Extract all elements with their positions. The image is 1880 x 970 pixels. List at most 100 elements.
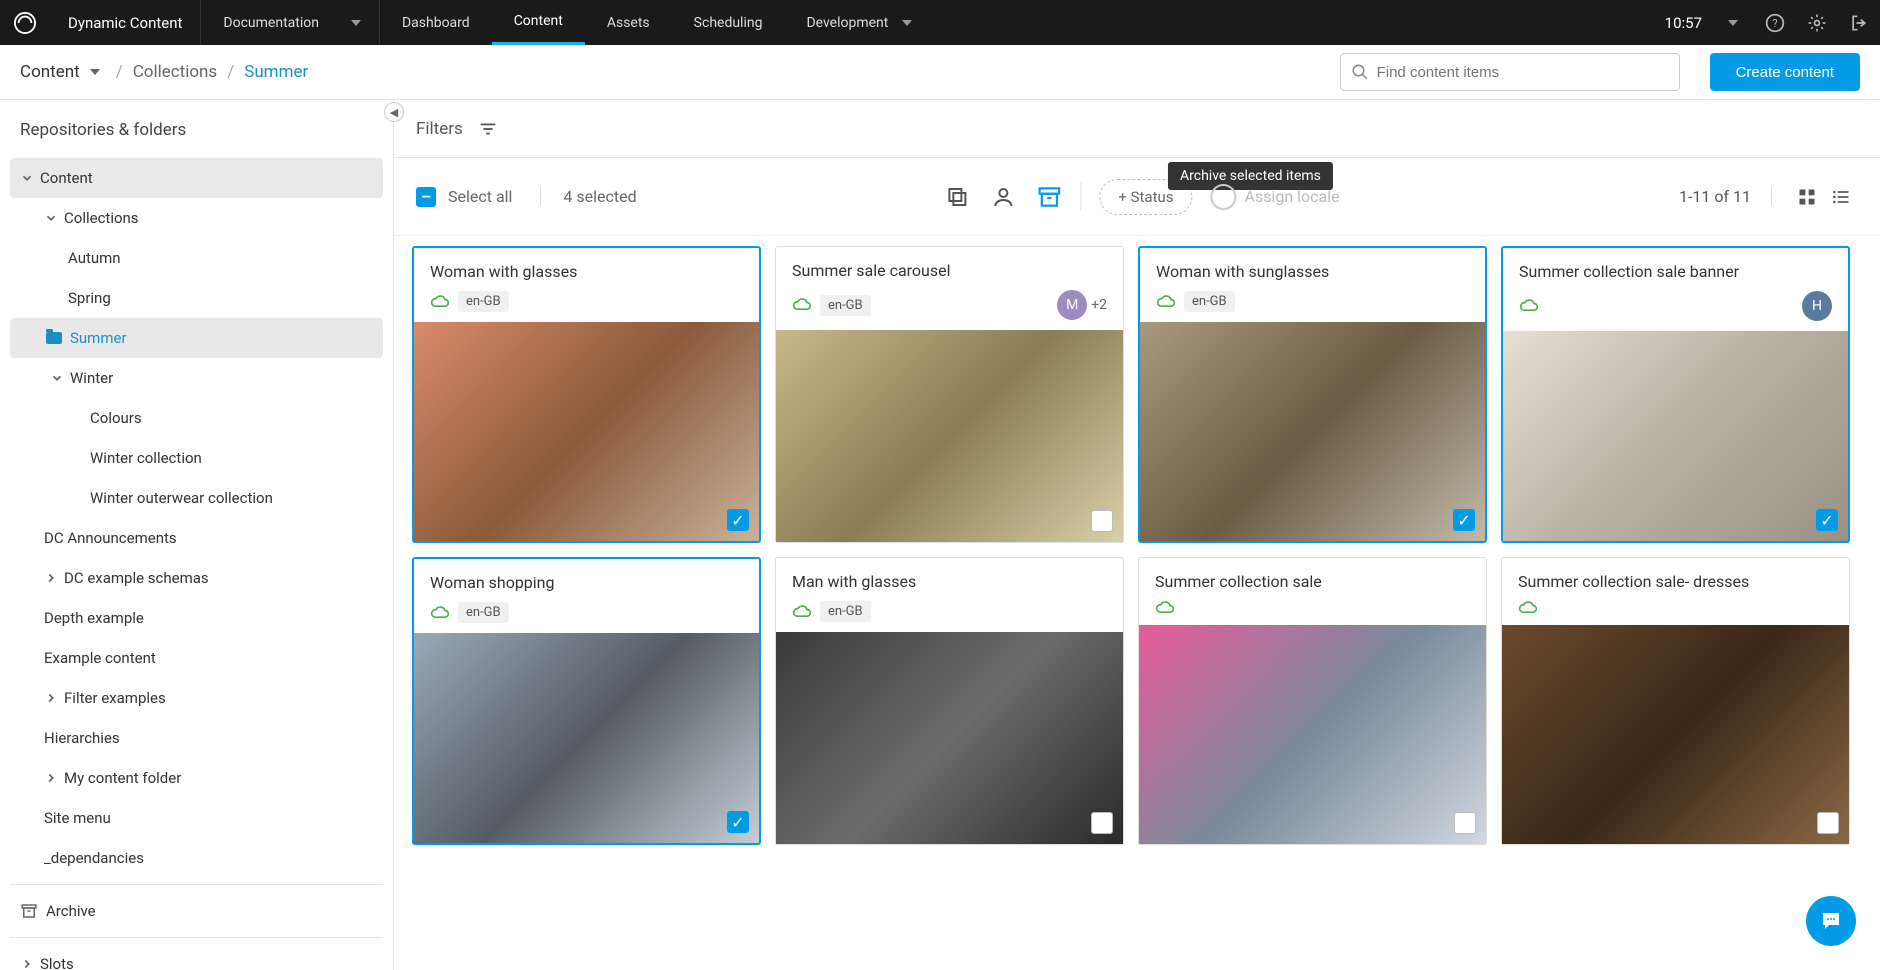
content-card[interactable]: Summer collection sale banner H ✓ bbox=[1501, 246, 1850, 543]
content-area: Filters – Select all 4 selected Archive … bbox=[394, 100, 1880, 970]
assign-user-button[interactable] bbox=[980, 174, 1026, 220]
sidebar-label: Collections bbox=[64, 209, 139, 227]
nav-scheduling[interactable]: Scheduling bbox=[672, 0, 785, 45]
grid-view-button[interactable] bbox=[1790, 180, 1824, 214]
breadcrumb-root[interactable]: Content bbox=[20, 62, 100, 82]
archive-button[interactable] bbox=[1026, 174, 1072, 220]
settings-button[interactable] bbox=[1796, 13, 1838, 33]
sidebar-item-my-content-folder[interactable]: My content folder bbox=[10, 758, 383, 798]
card-image bbox=[776, 632, 1123, 844]
sidebar-label: Content bbox=[40, 169, 93, 187]
sidebar-item-hierarchies[interactable]: Hierarchies bbox=[10, 718, 383, 758]
create-content-button[interactable]: Create content bbox=[1710, 53, 1860, 91]
copy-button[interactable] bbox=[934, 174, 980, 220]
sidebar-item-site-menu[interactable]: Site menu bbox=[10, 798, 383, 838]
nav-dashboard[interactable]: Dashboard bbox=[380, 0, 492, 45]
content-card[interactable]: Summer sale carousel en-GB M +2 bbox=[775, 246, 1124, 543]
content-card[interactable]: Summer collection sale bbox=[1138, 557, 1487, 845]
nav-assets[interactable]: Assets bbox=[585, 0, 672, 45]
app-logo[interactable] bbox=[0, 12, 50, 34]
sidebar-label: Winter outerwear collection bbox=[90, 489, 273, 507]
sidebar-item-dc-example-schemas[interactable]: DC example schemas bbox=[10, 558, 383, 598]
cloud-icon bbox=[1155, 601, 1175, 615]
nav-dashboard-label: Dashboard bbox=[402, 15, 470, 31]
sidebar-item-winter-outerwear[interactable]: Winter outerwear collection bbox=[10, 478, 383, 518]
content-card[interactable]: Summer collection sale- dresses bbox=[1501, 557, 1850, 845]
sidebar-item-summer[interactable]: Summer bbox=[10, 318, 383, 358]
sidebar-item-autumn[interactable]: Autumn bbox=[10, 238, 383, 278]
nav-scheduling-label: Scheduling bbox=[694, 15, 763, 31]
sidebar-item-collections[interactable]: Collections bbox=[10, 198, 383, 238]
sidebar-item-dc-announcements[interactable]: DC Announcements bbox=[10, 518, 383, 558]
list-view-button[interactable] bbox=[1824, 180, 1858, 214]
breadcrumb-collections[interactable]: Collections bbox=[133, 62, 218, 82]
card-checkbox[interactable]: ✓ bbox=[727, 509, 749, 531]
card-checkbox[interactable] bbox=[1817, 812, 1839, 834]
nav-content-label: Content bbox=[514, 13, 563, 29]
sidebar-item-filter-examples[interactable]: Filter examples bbox=[10, 678, 383, 718]
content-card[interactable]: Woman with glasses en-GB ✓ bbox=[412, 246, 761, 543]
card-title: Summer collection sale bbox=[1155, 572, 1470, 591]
sidebar-item-depth-example[interactable]: Depth example bbox=[10, 598, 383, 638]
sidebar-item-archive[interactable]: Archive bbox=[10, 891, 383, 931]
breadcrumb-separator: / bbox=[227, 62, 234, 82]
card-image bbox=[1139, 625, 1486, 844]
sidebar-item-colours[interactable]: Colours bbox=[10, 398, 383, 438]
card-title: Woman with glasses bbox=[430, 262, 743, 281]
card-image bbox=[1140, 322, 1485, 541]
card-checkbox[interactable]: ✓ bbox=[1453, 509, 1475, 531]
nav-documentation[interactable]: Documentation bbox=[201, 0, 379, 45]
help-button[interactable]: ? bbox=[1754, 13, 1796, 33]
logout-button[interactable] bbox=[1838, 13, 1880, 33]
card-title: Woman with sunglasses bbox=[1156, 262, 1469, 281]
sidebar-item-spring[interactable]: Spring bbox=[10, 278, 383, 318]
search-input-wrap[interactable] bbox=[1340, 53, 1680, 91]
chevron-right-icon bbox=[44, 771, 58, 785]
chevron-right-icon bbox=[20, 957, 34, 970]
select-all-label[interactable]: Select all bbox=[448, 187, 512, 206]
tooltip: Archive selected items bbox=[1168, 162, 1333, 190]
sidebar-item-winter-collection[interactable]: Winter collection bbox=[10, 438, 383, 478]
sidebar-item-slots[interactable]: Slots bbox=[10, 944, 383, 970]
sidebar-label: Winter collection bbox=[90, 449, 202, 467]
card-checkbox[interactable] bbox=[1091, 812, 1113, 834]
chat-fab[interactable] bbox=[1806, 896, 1856, 946]
time-dropdown[interactable] bbox=[1712, 20, 1754, 26]
nav-documentation-label: Documentation bbox=[223, 15, 319, 31]
search-input[interactable] bbox=[1377, 64, 1669, 81]
content-card[interactable]: Woman shopping en-GB ✓ bbox=[412, 557, 761, 845]
sidebar: Repositories & folders Content Collectio… bbox=[0, 100, 394, 970]
nav-assets-label: Assets bbox=[607, 15, 650, 31]
card-image bbox=[1503, 331, 1848, 541]
sidebar-label: My content folder bbox=[64, 769, 181, 787]
globe-icon bbox=[1211, 184, 1237, 210]
sidebar-label: Site menu bbox=[44, 809, 111, 827]
content-card[interactable]: Woman with sunglasses en-GB ✓ bbox=[1138, 246, 1487, 543]
cloud-icon bbox=[1518, 601, 1538, 615]
sidebar-title: Repositories & folders bbox=[20, 120, 373, 140]
collapse-sidebar-button[interactable]: ◀ bbox=[384, 102, 404, 122]
card-image bbox=[776, 330, 1123, 542]
card-checkbox[interactable]: ✓ bbox=[727, 811, 749, 833]
nav-development[interactable]: Development bbox=[784, 0, 930, 45]
card-checkbox[interactable]: ✓ bbox=[1816, 509, 1838, 531]
sidebar-label: Depth example bbox=[44, 609, 144, 627]
sidebar-item-dependancies[interactable]: _dependancies bbox=[10, 838, 383, 878]
card-checkbox[interactable] bbox=[1091, 510, 1113, 532]
sidebar-label: Archive bbox=[46, 902, 96, 920]
card-checkbox[interactable] bbox=[1454, 812, 1476, 834]
brand-name: Dynamic Content bbox=[50, 14, 200, 32]
sidebar-item-winter[interactable]: Winter bbox=[10, 358, 383, 398]
breadcrumb-summer[interactable]: Summer bbox=[244, 62, 308, 82]
nav-content[interactable]: Content bbox=[492, 0, 585, 45]
filters-label: Filters bbox=[416, 119, 463, 139]
content-card[interactable]: Man with glasses en-GB bbox=[775, 557, 1124, 845]
filters-row: Filters bbox=[394, 100, 1880, 158]
sidebar-label: Colours bbox=[90, 409, 142, 427]
sidebar-item-content[interactable]: Content bbox=[10, 158, 383, 198]
select-all-checkbox[interactable]: – bbox=[416, 187, 436, 207]
filter-button[interactable] bbox=[477, 118, 499, 140]
sidebar-item-example-content[interactable]: Example content bbox=[10, 638, 383, 678]
cloud-icon bbox=[430, 295, 450, 309]
avatar: M bbox=[1057, 290, 1087, 320]
